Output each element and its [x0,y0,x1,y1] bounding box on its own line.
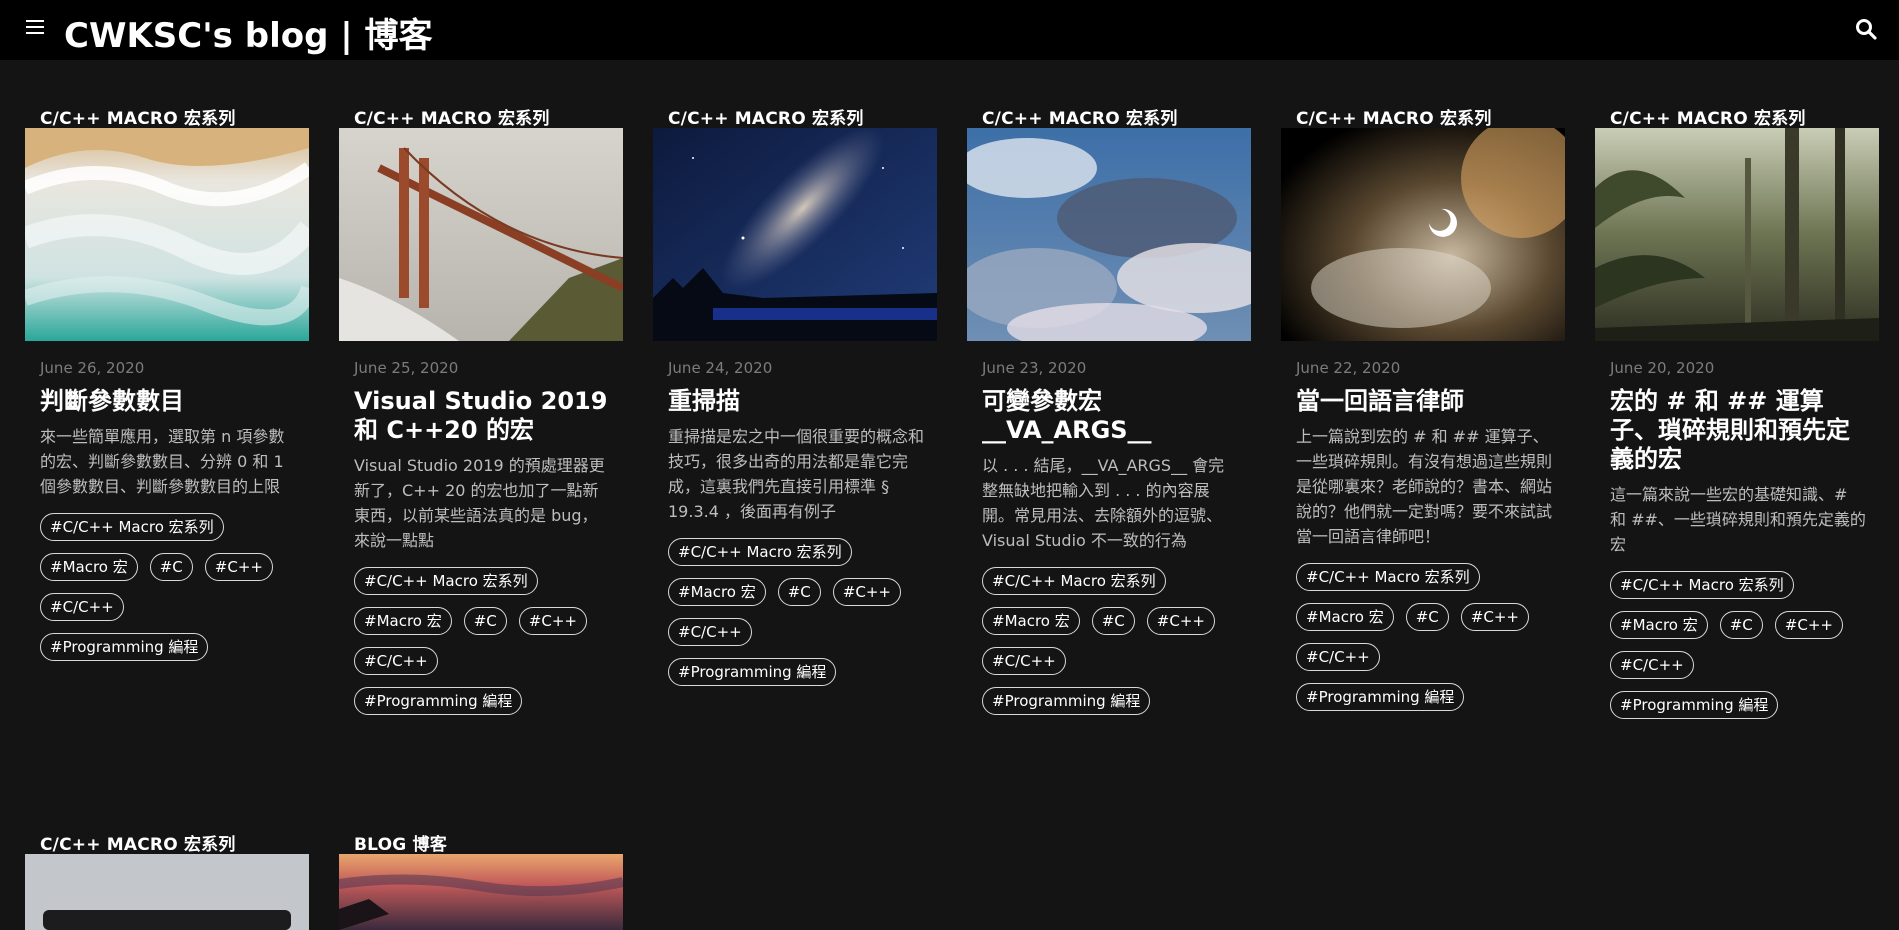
tag[interactable]: #Programming 編程 [354,687,523,715]
tag[interactable]: #C++ [832,578,901,606]
post-excerpt: 這一篇來說一些宏的基礎知識、# 和 ##、一些瑣碎規則和預先定義的宏 [1610,485,1866,554]
post-thumbnail-sunset[interactable] [339,854,623,930]
tag[interactable]: #C++ [518,607,587,635]
tag[interactable]: #C++ [1460,603,1529,631]
post-thumbnail-clouds[interactable] [967,128,1251,341]
post-thumbnail-milky-way[interactable] [653,128,937,341]
post-date: June 26, 2020 [40,359,145,377]
tag[interactable]: #C/C++ [1610,651,1694,679]
tag[interactable]: #C [1091,607,1135,635]
post-excerpt: 以 . . . 結尾，__VA_ARGS__ 會完整無缺地把輸入到 . . . … [982,456,1225,550]
tag[interactable]: #C [149,553,193,581]
post-date: June 22, 2020 [1296,359,1401,377]
post-tags: #C/C++ Macro 宏系列 #Macro 宏 #C #C++ #C/C++… [40,513,301,673]
hamburger-menu-icon[interactable] [26,20,44,36]
post-title[interactable]: 重掃描 [668,387,927,416]
post-category[interactable]: C/C++ MACRO 宏系列 [40,104,309,129]
tag[interactable]: #Macro 宏 [354,607,452,635]
tag[interactable]: #Macro 宏 [668,578,766,606]
tag[interactable]: #C++ [204,553,273,581]
post-date: June 24, 2020 [668,359,773,377]
post-excerpt: 重掃描是宏之中一個很重要的概念和技巧，很多出奇的用法都是靠它完成，這裏我們先直接… [668,427,925,521]
tag[interactable]: #Programming 編程 [1296,683,1465,711]
tag[interactable]: #Programming 編程 [40,633,209,661]
post-card[interactable]: C/C++ MACRO 宏系列 June 20, 2020 宏的 # 和 ## … [1595,104,1879,731]
post-title[interactable]: 當一回語言律師 [1296,387,1555,416]
tag[interactable]: #C/C++ [982,647,1066,675]
post-thumbnail-golden-gate-bridge[interactable] [339,128,623,341]
post-card[interactable]: C/C++ MACRO 宏系列 June 26, 2020 判斷參數數目 來一些… [25,104,309,673]
tag[interactable]: #C/C++ Macro 宏系列 [40,513,224,541]
post-category[interactable]: C/C++ MACRO 宏系列 [40,830,309,855]
post-category[interactable]: C/C++ MACRO 宏系列 [982,104,1251,129]
top-bar: CWKSC's blog | 博客 [0,0,1899,60]
post-card[interactable]: C/C++ MACRO 宏系列 June 25, 2020 Visual Stu… [339,104,623,727]
post-thumbnail-laptop[interactable] [25,854,309,930]
post-tags: #C/C++ Macro 宏系列 #Macro 宏 #C #C++ #C/C++… [668,538,929,698]
tag[interactable]: #C++ [1774,611,1843,639]
post-tags: #C/C++ Macro 宏系列 #Macro 宏 #C #C++ #C/C++… [982,567,1243,727]
tag[interactable]: #C/C++ Macro 宏系列 [982,567,1166,595]
tag[interactable]: #Macro 宏 [982,607,1080,635]
tag[interactable]: #Programming 編程 [668,658,837,686]
post-tags: #C/C++ Macro 宏系列 #Macro 宏 #C #C++ #C/C++… [1296,563,1557,723]
tag[interactable]: #Programming 編程 [1610,691,1779,719]
post-tags: #C/C++ Macro 宏系列 #Macro 宏 #C #C++ #C/C++… [1610,571,1871,731]
post-title[interactable]: 判斷參數數目 [40,387,299,416]
tag[interactable]: #C [1405,603,1449,631]
post-thumbnail-eclipse-smoke[interactable] [1281,128,1565,341]
post-date: June 20, 2020 [1610,359,1715,377]
tag[interactable]: #C [777,578,821,606]
post-thumbnail-jungle[interactable] [1595,128,1879,341]
tag[interactable]: #C/C++ [40,593,124,621]
post-card[interactable]: C/C++ MACRO 宏系列 [25,830,309,930]
post-title[interactable]: 宏的 # 和 ## 運算子、瑣碎規則和預先定義的宏 [1610,387,1869,474]
tag[interactable]: #C/C++ Macro 宏系列 [668,538,852,566]
post-card[interactable]: C/C++ MACRO 宏系列 June 23, 2020 可變參數宏 __VA… [967,104,1251,727]
tag[interactable]: #C/C++ Macro 宏系列 [1610,571,1794,599]
tag[interactable]: #C/C++ [354,647,438,675]
post-category[interactable]: C/C++ MACRO 宏系列 [1610,104,1879,129]
post-title[interactable]: Visual Studio 2019 和 C++20 的宏 [354,387,613,445]
tag[interactable]: #C/C++ Macro 宏系列 [354,567,538,595]
tag[interactable]: #Macro 宏 [40,553,138,581]
tag[interactable]: #Programming 編程 [982,687,1151,715]
site-title[interactable]: CWKSC's blog | 博客 [64,8,433,57]
tag[interactable]: #C/C++ Macro 宏系列 [1296,563,1480,591]
tag[interactable]: #C++ [1146,607,1215,635]
post-category[interactable]: C/C++ MACRO 宏系列 [354,104,623,129]
post-category[interactable]: C/C++ MACRO 宏系列 [668,104,937,129]
tag[interactable]: #C/C++ [1296,643,1380,671]
post-category[interactable]: C/C++ MACRO 宏系列 [1296,104,1565,129]
post-category[interactable]: BLOG 博客 [354,830,623,855]
post-thumbnail-ocean-waves[interactable] [25,128,309,341]
tag[interactable]: #C [463,607,507,635]
post-title[interactable]: 可變參數宏 __VA_ARGS__ [982,387,1241,445]
post-excerpt: 上一篇說到宏的 # 和 ## 運算子、一些瑣碎規則。有沒有想過這些規則是從哪裏來… [1296,427,1553,546]
tag[interactable]: #Macro 宏 [1296,603,1394,631]
post-card[interactable]: BLOG 博客 [339,830,623,930]
tag[interactable]: #Macro 宏 [1610,611,1708,639]
post-card[interactable]: C/C++ MACRO 宏系列 June 22, 2020 當一回語言律師 上一… [1281,104,1565,723]
post-tags: #C/C++ Macro 宏系列 #Macro 宏 #C #C++ #C/C++… [354,567,615,727]
post-excerpt: Visual Studio 2019 的預處理器更新了，C++ 20 的宏也加了… [354,456,605,550]
tag[interactable]: #C/C++ [668,618,752,646]
post-excerpt: 來一些簡單應用，選取第 n 項參數的宏、判斷參數數目、分辨 0 和 1 個參數數… [40,427,285,496]
post-date: June 23, 2020 [982,359,1087,377]
tag[interactable]: #C [1719,611,1763,639]
post-card[interactable]: C/C++ MACRO 宏系列 June 24, 2020 重掃描 重掃描是宏之… [653,104,937,698]
post-date: June 25, 2020 [354,359,459,377]
search-icon[interactable] [1855,18,1877,40]
